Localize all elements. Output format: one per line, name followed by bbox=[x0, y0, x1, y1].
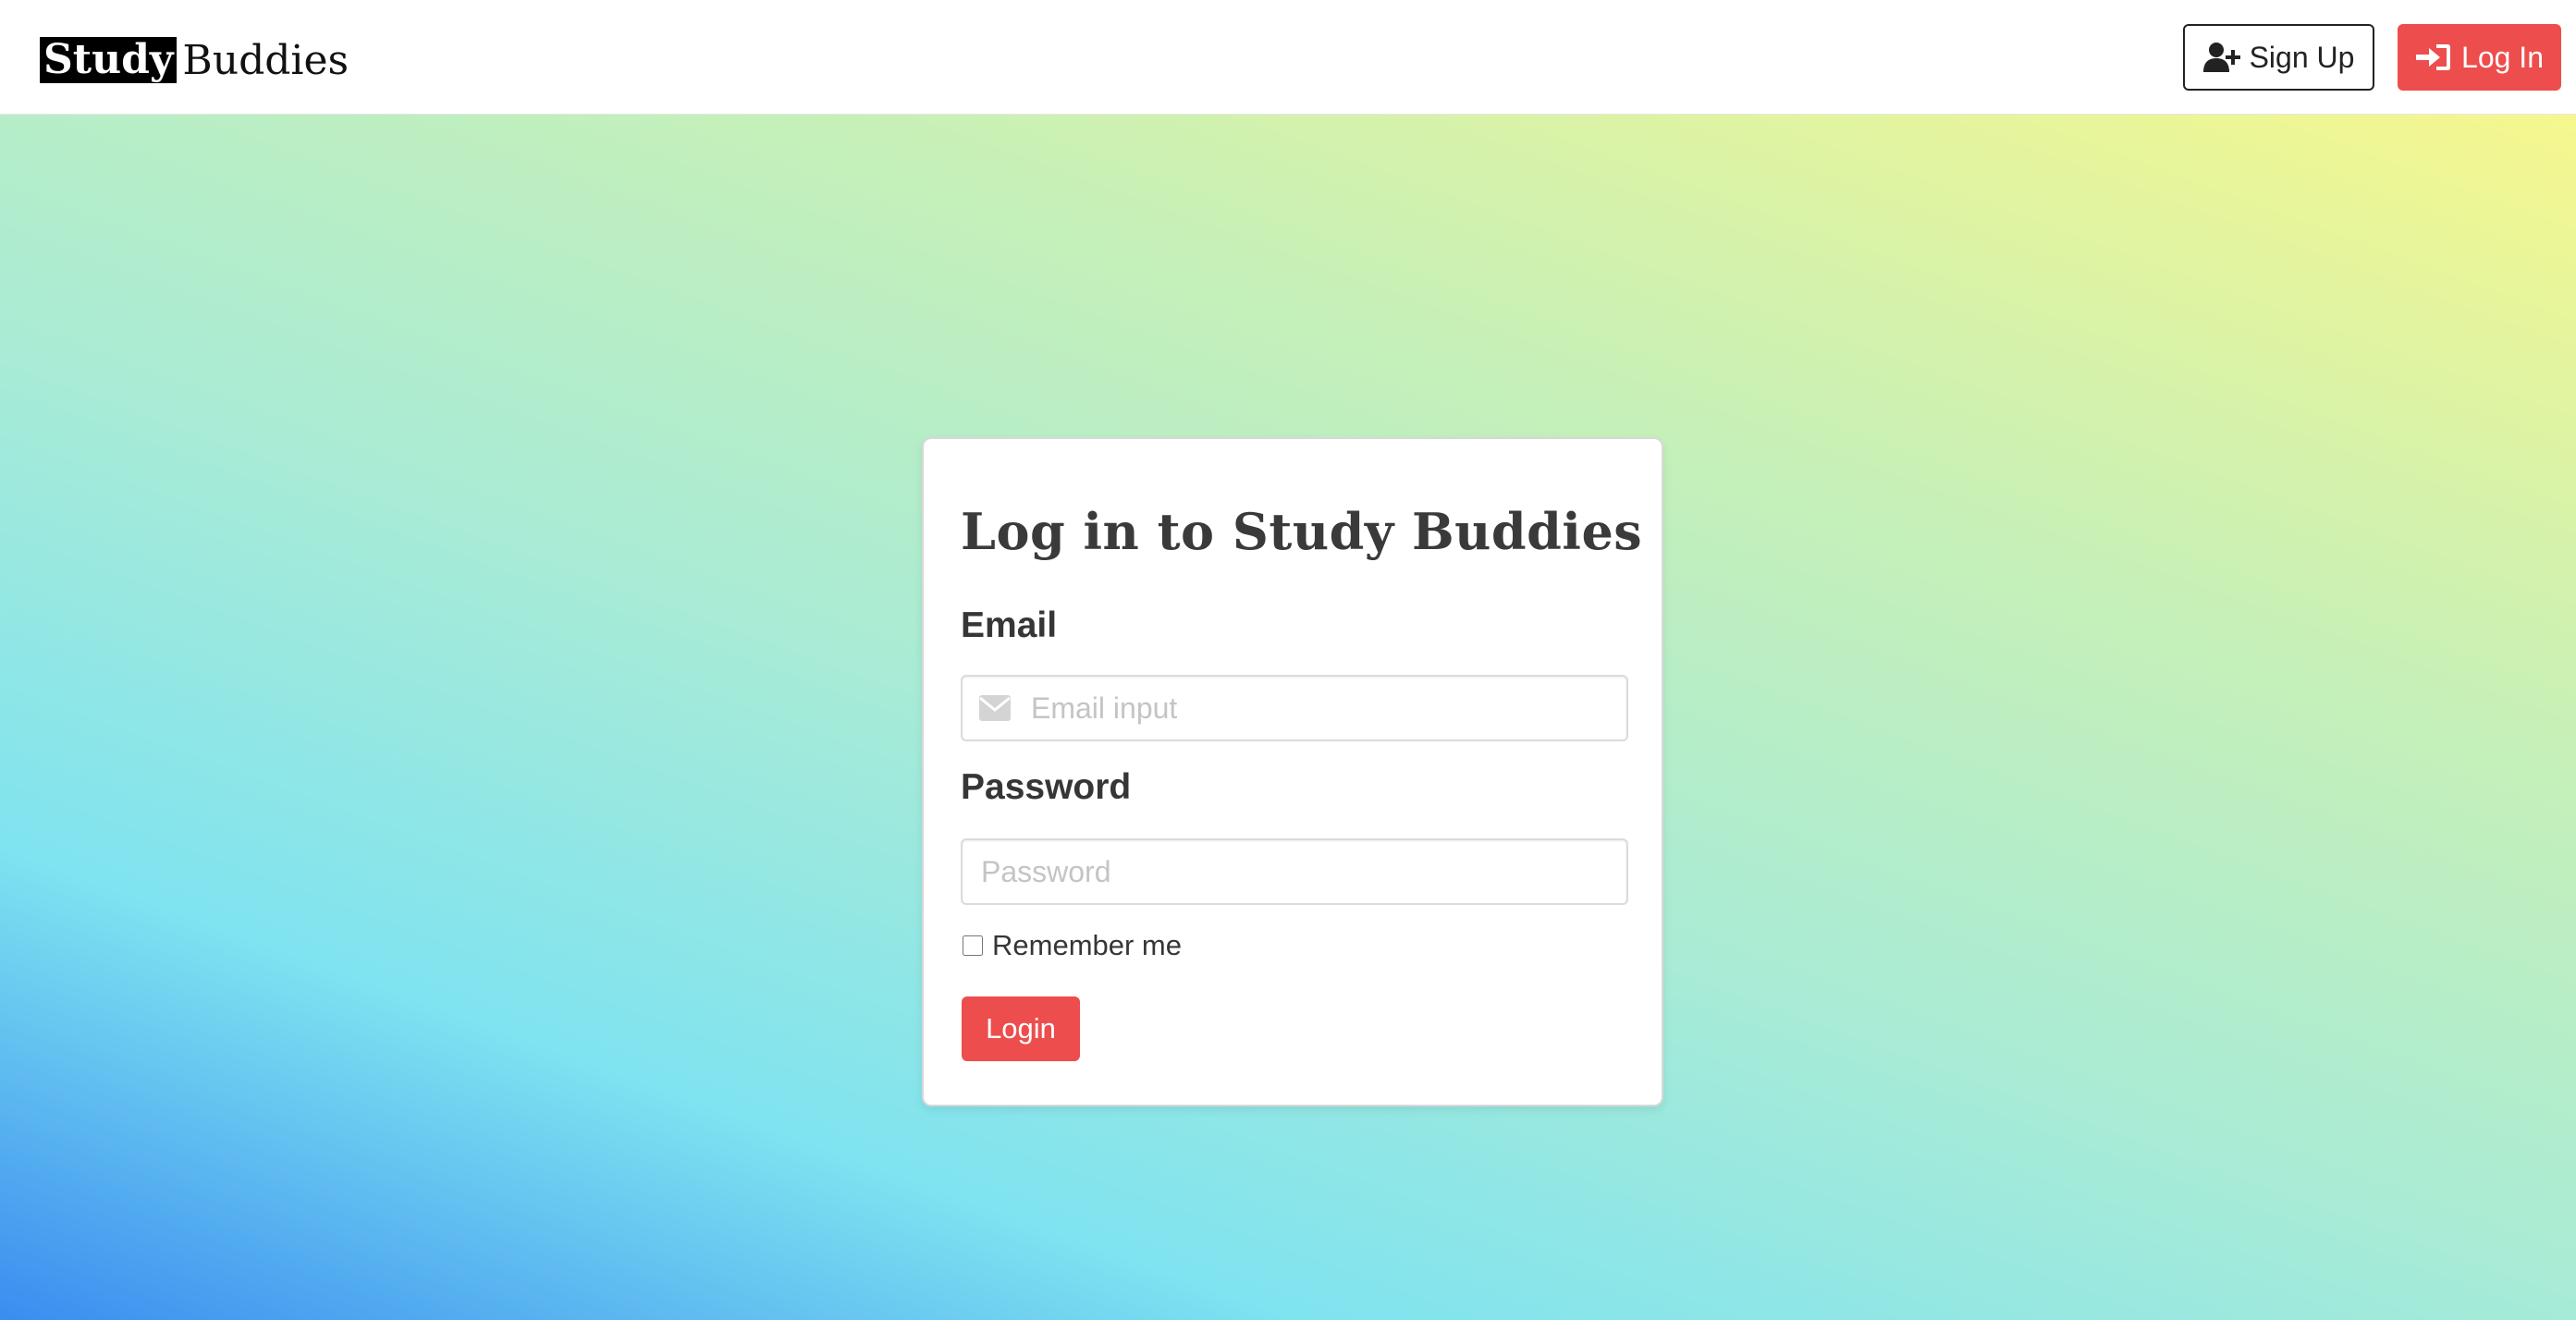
user-plus-icon bbox=[2202, 42, 2240, 73]
sign-up-button[interactable]: Sign Up bbox=[2183, 24, 2374, 91]
password-label: Password bbox=[961, 767, 1132, 807]
password-field[interactable] bbox=[961, 838, 1628, 905]
top-navbar: Study Buddies Sign Up Log In bbox=[0, 0, 2576, 115]
remember-me-label: Remember me bbox=[992, 929, 1182, 961]
brand-rest-text: Buddies bbox=[182, 36, 350, 84]
log-in-nav-button[interactable]: Log In bbox=[2398, 24, 2561, 91]
brand-highlight-text: Study bbox=[40, 37, 178, 83]
log-in-nav-label: Log In bbox=[2461, 40, 2544, 74]
sign-in-icon bbox=[2415, 42, 2452, 73]
email-label: Email bbox=[961, 605, 1058, 645]
remember-me[interactable]: Remember me bbox=[961, 929, 1182, 962]
login-title: Log in to Study Buddies bbox=[961, 502, 1643, 561]
email-field[interactable] bbox=[961, 675, 1628, 741]
brand-logo[interactable]: Study Buddies bbox=[40, 35, 349, 85]
sign-up-label: Sign Up bbox=[2249, 40, 2355, 74]
login-submit-button[interactable]: Login bbox=[962, 996, 1080, 1061]
remember-me-checkbox[interactable] bbox=[963, 935, 983, 956]
envelope-icon bbox=[979, 695, 1011, 721]
login-card: Log in to Study Buddies Email Password R… bbox=[922, 437, 1663, 1106]
